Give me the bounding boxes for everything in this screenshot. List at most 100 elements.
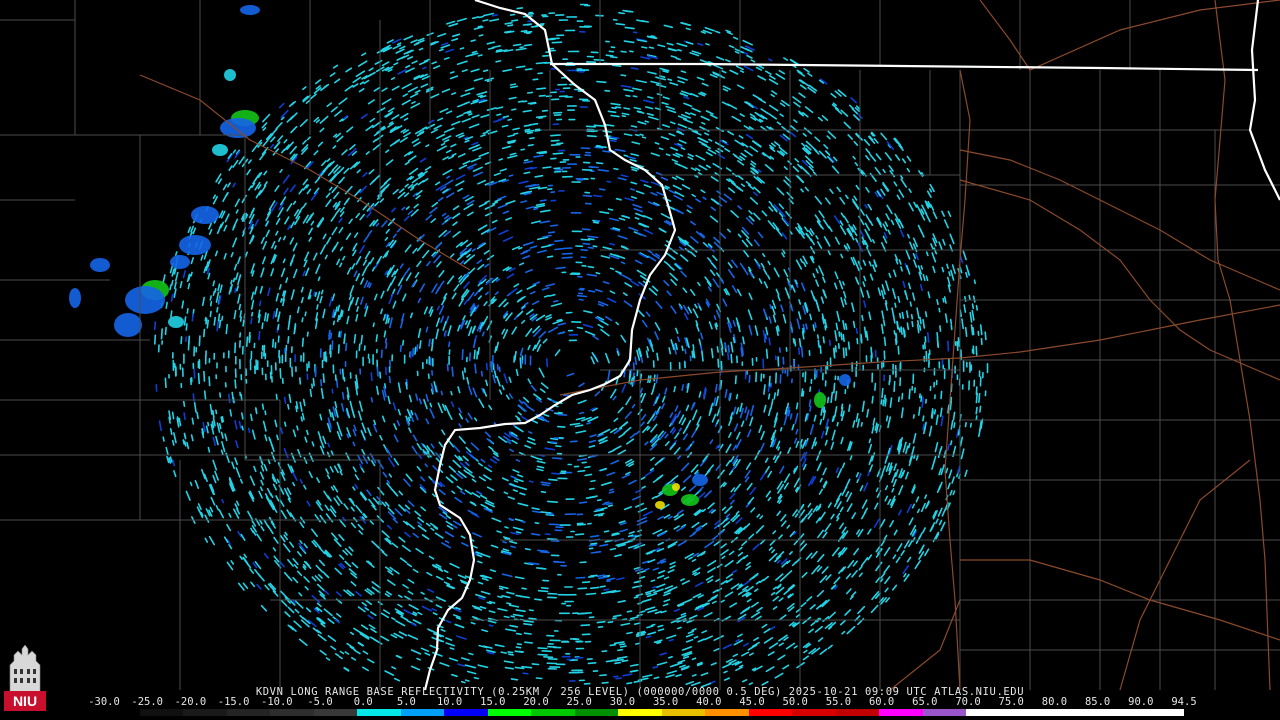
radar-return-mark [842,347,845,359]
radar-return-mark [516,7,524,10]
radar-return-mark [581,228,591,231]
radar-return-mark [576,523,587,526]
radar-return-mark [656,352,659,361]
radar-return-mark [482,19,489,22]
radar-return-mark [480,370,484,377]
radar-return-mark [861,314,864,322]
radar-return-mark [765,348,769,359]
radar-return-mark [523,159,529,162]
radar-return-mark [229,409,233,417]
radar-return-mark [797,347,801,355]
radar-return-mark [401,339,405,346]
radar-return-mark [510,19,519,22]
radar-return-mark [585,592,597,596]
radar-return-mark [763,384,766,395]
radar-return-mark [261,403,265,410]
radar-return-mark [335,378,339,388]
radar-return-mark [584,465,591,469]
radar-return-mark [539,199,547,202]
radar-return-mark [969,422,973,428]
radar-return-mark [521,665,533,669]
radar-return-mark [478,34,484,37]
radar-return-mark [511,625,519,628]
radar-return-mark [916,319,920,326]
radar-return-mark [578,501,588,504]
radar-return-mark [541,649,553,653]
radar-return-mark [595,219,601,222]
radar-return-mark [693,635,699,639]
radar-return-mark [609,267,615,271]
radar-return-mark [673,385,677,393]
radar-return-mark [183,412,186,421]
radar-return-mark [646,346,650,352]
radar-return-mark [609,488,614,492]
radar-return-mark [353,333,357,344]
radar-return-mark [847,341,851,350]
radar-return-mark [405,381,408,390]
radar-return-mark [580,249,589,252]
radar-return-mark [239,316,242,322]
radar-return-mark [515,531,522,534]
radar-return-mark [239,310,242,318]
radar-return-mark [169,427,173,436]
radar-return-mark [641,46,648,49]
radar-return-mark [727,344,731,353]
radar-return-mark [621,659,629,663]
radar-return-mark [459,47,465,50]
radar-return-mark [196,411,199,420]
radar-return-mark [470,39,476,43]
radar-return-mark [535,567,544,570]
radar-return-mark [526,131,533,135]
radar-return-mark [814,441,818,447]
radar-return-mark [523,43,533,47]
radar-return-mark [510,545,517,549]
radar-return-mark [216,320,219,332]
radar-return-mark [574,533,585,536]
radar-return-mark [341,368,345,380]
radar-return-mark [668,638,674,642]
radar-return-mark [714,383,718,393]
radar-return-mark [526,91,534,94]
radar-return-mark [936,337,939,348]
radar-return-mark [170,279,174,286]
radar-return-mark [615,22,626,26]
radar-return-mark [301,337,305,348]
radar-return-mark [207,446,211,453]
radar-return-mark [885,415,889,422]
radar-return-mark [524,641,534,644]
radar-return-mark [470,621,476,625]
radar-return-mark [589,586,600,590]
radar-return-mark [494,345,497,354]
radar-return-mark [606,180,612,183]
radar-return-mark [251,311,254,317]
radar-return-mark [232,277,236,283]
radar-return-mark [548,478,558,482]
radar-return-mark [836,421,839,427]
radar-return-mark [768,337,771,346]
radar-return-mark [451,366,454,377]
radar-return-mark [589,534,600,538]
radar-return-mark [502,540,507,544]
radar-return-mark [370,397,374,403]
radar-return-mark [615,106,622,109]
radar-return-mark [206,319,209,329]
radar-return-mark [185,323,188,331]
radar-return-mark [551,41,563,44]
radar-return-mark [518,650,525,653]
radar-return-mark [507,24,514,27]
radar-return-mark [212,290,216,297]
radar-return-mark [949,400,953,411]
radar-return-mark [198,335,201,347]
radar-return-mark [595,508,601,511]
radar-return-mark [607,620,614,624]
radar-return-mark [948,271,951,277]
radar-return-mark [507,651,514,654]
radar-return-mark [626,610,633,613]
radar-return-mark [540,586,549,590]
radar-return-mark [676,626,682,630]
radar-return-mark [952,411,956,421]
radar-return-mark [440,390,444,396]
radar-return-mark [732,336,736,344]
radar-return-mark [320,289,324,295]
radar-return-mark [598,188,606,191]
